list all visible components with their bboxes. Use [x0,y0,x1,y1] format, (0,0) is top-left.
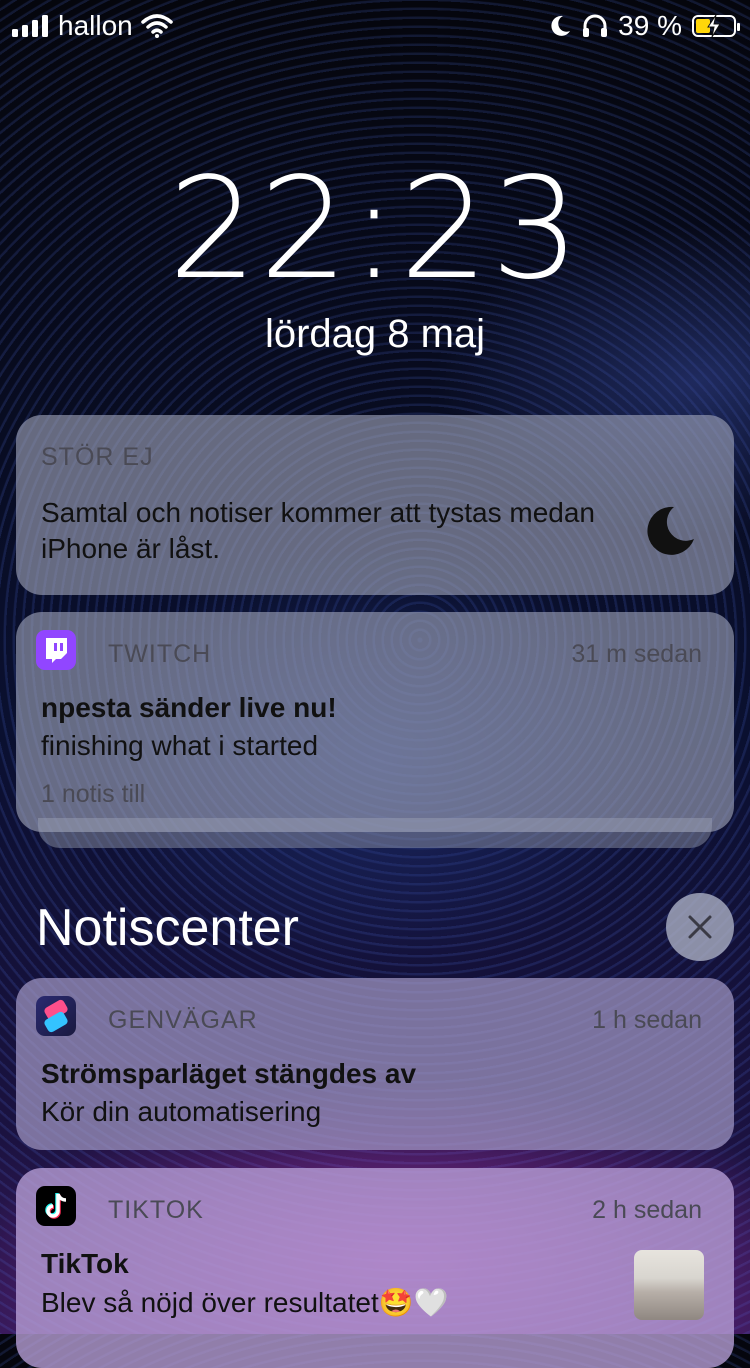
shortcuts-title: Strömsparläget stängdes av [41,1058,417,1089]
lock-date: lördag 8 maj [264,312,486,356]
bolt-icon [707,15,721,37]
lock-clock: 22:23 [168,148,582,311]
notification-center-title: Notiscenter [36,899,299,957]
twitch-notification[interactable]: TWITCH 31 m sedan npesta sänder live nu!… [16,612,734,832]
tiktok-body: Blev så nöjd över resultatet🤩🤍 [41,1287,449,1318]
wifi-icon [140,14,173,38]
moon-icon [647,506,694,555]
tiktok-title: TikTok [41,1248,129,1279]
battery-charging-icon [692,15,740,37]
shortcuts-app-name: GENVÄGAR [108,1006,258,1034]
twitch-more-count: 1 notis till [41,780,146,808]
clear-notifications-button[interactable] [666,893,734,961]
tiktok-app-name: TIKTOK [108,1196,204,1224]
dnd-text: Samtal och notiser kommer att tystas med… [41,497,595,564]
shortcuts-time: 1 h sedan [592,1006,702,1034]
close-icon [688,915,712,939]
tiktok-icon [36,1186,76,1226]
battery-percent: 39 % [618,10,682,41]
tiktok-thumbnail [634,1250,704,1320]
dnd-label: STÖR EJ [41,443,154,471]
dnd-card[interactable]: STÖR EJ Samtal och notiser kommer att ty… [16,415,734,595]
twitch-title: npesta sänder live nu! [41,692,337,723]
tiktok-notification[interactable]: TIKTOK 2 h sedan TikTok Blev så nöjd öve… [16,1168,734,1368]
shortcuts-icon [36,996,76,1036]
shortcuts-notification[interactable]: GENVÄGAR 1 h sedan Strömsparläget stängd… [16,978,734,1150]
status-right: 39 % [548,10,740,42]
carrier-group: hallon [12,10,173,42]
twitch-icon [36,630,76,670]
tiktok-time: 2 h sedan [592,1196,702,1224]
moon-icon [551,15,571,36]
twitch-app-name: TWITCH [108,640,212,668]
shortcuts-body: Kör din automatisering [41,1096,322,1127]
status-bar: hallon 39 % [0,0,750,50]
carrier-name: hallon [58,10,133,41]
signal-icon [12,15,48,37]
twitch-time: 31 m sedan [571,640,702,668]
headphones-icon [583,14,608,37]
twitch-body: finishing what i started [41,730,319,761]
